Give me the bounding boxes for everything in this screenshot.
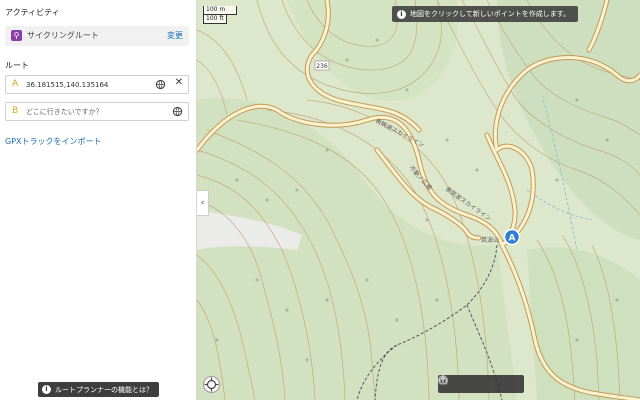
planner-help-button[interactable]: i ルートプランナーの機能とは？ — [38, 382, 159, 397]
globe-pin-icon[interactable] — [172, 106, 183, 117]
globe-pin-icon[interactable] — [155, 79, 166, 90]
locate-me-button[interactable] — [203, 376, 220, 393]
clear-route-icon[interactable] — [439, 376, 521, 391]
bicycle-icon: ⚲ — [11, 30, 22, 41]
collapse-panel-button[interactable]: ‹ — [197, 190, 209, 216]
activity-section-title: アクティビティ — [5, 8, 60, 17]
waypoint-a-letter: A — [12, 79, 19, 89]
route-start-input[interactable] — [26, 78, 146, 91]
waypoint-b-letter: B — [12, 106, 19, 116]
change-activity-link[interactable]: 変更 — [167, 30, 183, 41]
place-label: 筑波山 — [481, 236, 499, 244]
route-section-title: ルート — [5, 61, 29, 70]
route-planner-panel: アクティビティ ⚲ サイクリングルート 変更 ルート A ✕ B GPXトラック… — [0, 0, 197, 400]
route-start-row: A ✕ — [5, 75, 189, 94]
crosshair-icon — [204, 377, 219, 392]
reverse-route-icon[interactable] — [438, 375, 500, 391]
route-destination-input[interactable] — [26, 105, 146, 118]
road-number-shield: 236 — [314, 60, 330, 71]
scale-imperial: 100 ft — [203, 15, 227, 24]
activity-label: サイクリングルート — [27, 31, 99, 40]
activity-selector[interactable]: ⚲ サイクリングルート 変更 — [5, 26, 189, 46]
planner-help-label: ルートプランナーの機能とは？ — [55, 385, 153, 394]
map-canvas[interactable]: A 236 表筑波スカイライン 不動ノ広場 表筑波スカイライン 筑波山 100 … — [197, 0, 640, 400]
topographic-map: A 236 表筑波スカイライン 不動ノ広場 表筑波スカイライン 筑波山 — [197, 0, 640, 400]
map-scale-bar: 100 m 100 ft — [203, 6, 237, 24]
gpx-import-link[interactable]: GPXトラックをインポート — [5, 136, 102, 147]
forest-area — [527, 247, 640, 400]
route-edit-toolbar — [438, 375, 524, 393]
scale-metric: 100 m — [203, 6, 237, 15]
route-destination-row: B — [5, 102, 189, 121]
map-hint-text: 地図をクリックして新しいポイントを作成します。 — [410, 10, 571, 18]
info-icon: i — [397, 9, 406, 19]
waypoint-a-marker[interactable]: A — [503, 228, 521, 246]
waypoint-a-marker-letter: A — [509, 234, 516, 244]
redo-icon[interactable] — [438, 376, 478, 391]
info-icon: i — [42, 385, 51, 394]
close-icon[interactable]: ✕ — [175, 77, 183, 88]
map-hint-toast: i 地図をクリックして新しいポイントを作成します。 — [392, 6, 579, 22]
road-number-label: 236 — [316, 63, 328, 70]
